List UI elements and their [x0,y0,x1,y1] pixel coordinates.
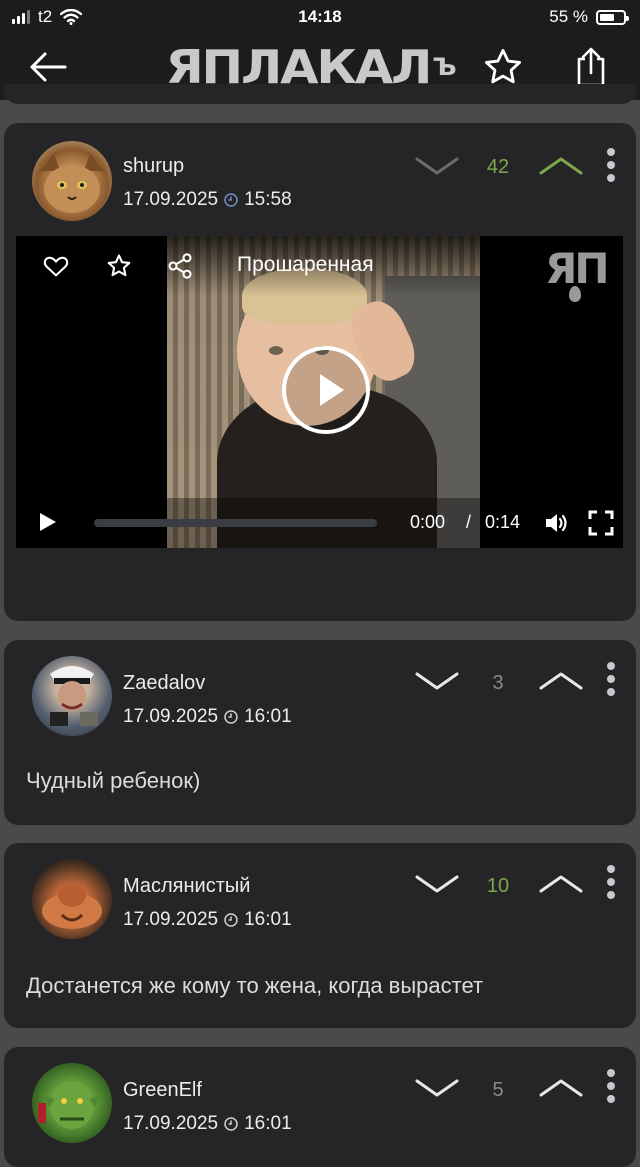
video-watermark-logo: ЯП [545,244,619,304]
vote-up-button[interactable] [538,151,584,181]
previous-comment-card [4,84,636,104]
chevron-down-icon [415,1079,459,1097]
battery-icon [596,9,629,25]
chevron-up-icon [539,157,583,175]
comment-text: Достанется же кому то жена, когда выраст… [26,973,484,998]
comment-time: 16:01 [244,909,292,930]
play-button[interactable] [282,346,370,434]
comment-text: Чудный ребенок) [26,768,201,793]
clock-icon [224,1117,238,1131]
more-vertical-icon[interactable] [604,662,618,700]
vote-up-button[interactable] [538,869,584,899]
star-icon [484,48,522,84]
username[interactable]: GreenElf [123,1079,202,1102]
chevron-down-icon [415,157,459,175]
chevron-down-icon [415,672,459,690]
more-vertical-icon[interactable] [604,865,618,903]
duration: 0:14 [485,512,521,532]
avatar[interactable] [32,141,112,221]
fullscreen-button[interactable] [588,510,614,536]
status-right: 55 % [549,7,629,27]
video-favorite-button[interactable] [105,252,133,280]
status-time: 14:18 [298,7,342,26]
vote-count: 10 [486,875,510,897]
vote-up-button[interactable] [538,1073,584,1103]
chevron-up-icon [539,875,583,893]
comment-card: GreenElf 17.09.2025 16:01 5 [4,1047,636,1167]
comment-meta: 17.09.2025 16:01 [123,706,292,728]
clock-icon [224,913,238,927]
comment-date: 17.09.2025 [123,909,219,930]
chevron-up-icon [539,1079,583,1097]
comment-card: Zaedalov 17.09.2025 16:01 3 Чудный ребен… [4,640,636,825]
avatar[interactable] [32,859,112,939]
comment-meta: 17.09.2025 16:01 [123,909,292,931]
vote-down-button[interactable] [414,666,460,696]
username[interactable]: Маслянистый [123,875,250,898]
video-player[interactable]: Прошаренная ЯП 0:00 / 0:14 [16,236,623,548]
avatar[interactable] [32,656,112,736]
volume-button[interactable] [544,510,570,536]
clock-icon [224,193,238,207]
cat-avatar-image [40,153,104,213]
heart-icon [43,256,69,277]
comment-meta: 17.09.2025 16:01 [123,1113,292,1135]
comment-date: 17.09.2025 [123,706,219,727]
comment-date: 17.09.2025 [123,189,219,210]
vote-count: 42 [486,156,510,178]
vote-down-button[interactable] [414,869,460,899]
orc-avatar-image [38,1081,104,1129]
vote-down-button[interactable] [414,151,460,181]
current-time: 0:00 [410,512,446,532]
like-button[interactable] [42,252,70,280]
logo-suffix: Ъ [432,53,456,81]
comment-meta: 17.09.2025 15:58 [123,189,292,211]
time-separator: / [466,512,472,532]
comment-date: 17.09.2025 [123,1113,219,1134]
more-vertical-icon[interactable] [604,1069,618,1107]
comment-time: 16:01 [244,1113,292,1134]
share-icon [577,47,605,87]
comment-card: Маслянистый 17.09.2025 16:01 10 Достанет… [4,843,636,1028]
video-controls: 0:00 / 0:14 [16,498,623,548]
man-avatar-image [50,666,98,726]
comment-time: 16:01 [244,706,292,727]
battery-percent: 55 % [549,7,588,26]
avatar[interactable] [32,1063,112,1143]
vote-down-button[interactable] [414,1073,460,1103]
arrow-left-icon [30,52,67,82]
comment-card: shurup 17.09.2025 15:58 42 Прошаренная Я… [4,123,636,621]
status-bar: t2 14:18 55 % [0,0,640,34]
star-icon [107,254,131,277]
more-vertical-icon[interactable] [604,148,618,186]
chevron-up-icon [539,672,583,690]
username[interactable]: shurup [123,155,184,178]
video-share-button[interactable] [166,252,194,280]
creature-avatar-image [42,883,102,929]
fullscreen-icon [588,510,614,536]
vote-count: 3 [492,672,504,694]
video-title: Прошаренная [237,253,374,276]
username[interactable]: Zaedalov [123,672,205,695]
play-icon[interactable] [40,513,58,533]
vote-count: 5 [492,1079,504,1101]
video-progress-bar[interactable] [94,519,377,527]
chevron-down-icon [415,875,459,893]
volume-icon [546,514,567,532]
clock-icon [224,710,238,724]
share-nodes-icon [168,253,192,279]
vote-up-button[interactable] [538,666,584,696]
comment-time: 15:58 [244,189,292,210]
